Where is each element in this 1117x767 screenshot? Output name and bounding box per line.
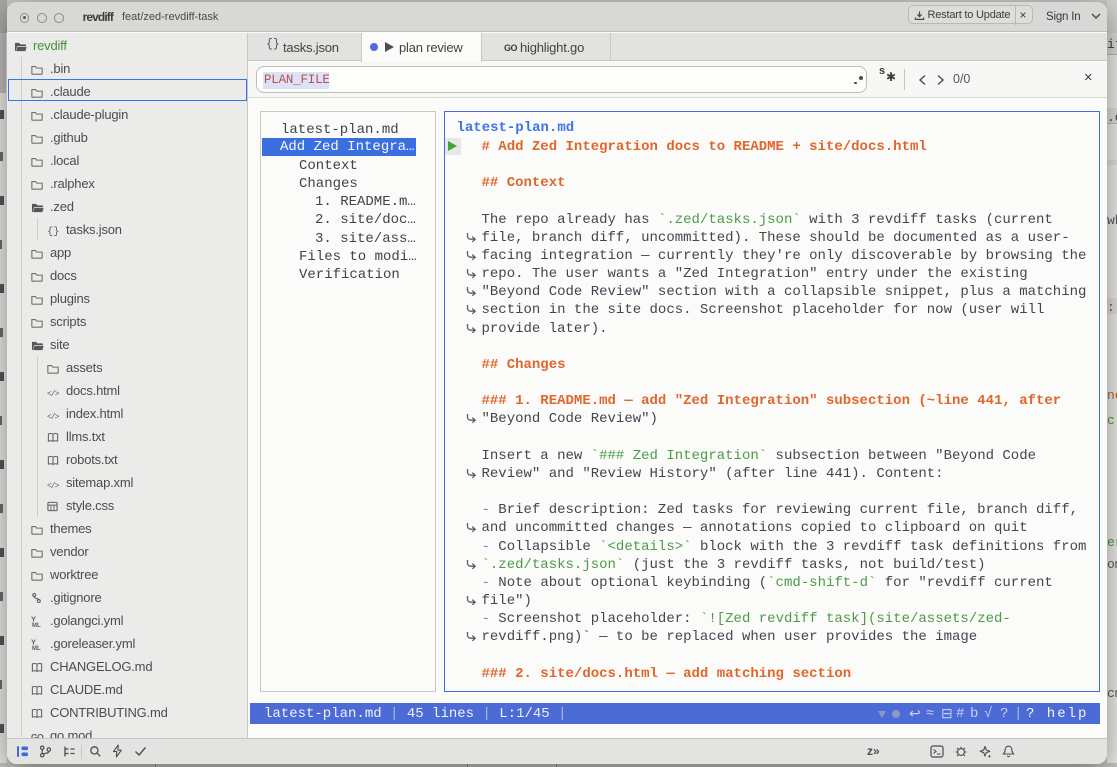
svg-text:GO: GO bbox=[504, 43, 518, 53]
svg-text:ML: ML bbox=[32, 646, 41, 650]
svg-text:ML: ML bbox=[32, 623, 41, 627]
